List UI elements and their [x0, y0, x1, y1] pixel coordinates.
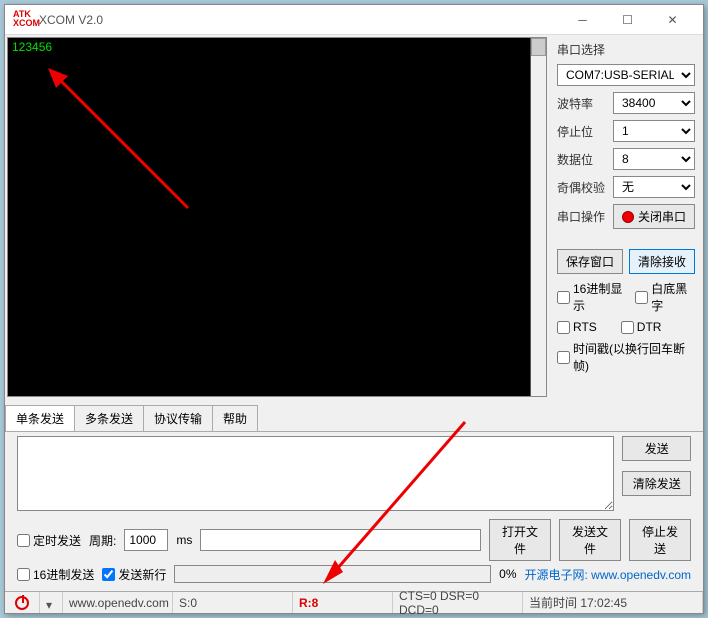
- port-select[interactable]: COM7:USB-SERIAL: [557, 64, 695, 86]
- dropdown-icon[interactable]: [40, 592, 63, 613]
- parity-label: 奇偶校验: [557, 179, 607, 196]
- baud-label: 波特率: [557, 95, 607, 112]
- send-tabs: 单条发送 多条发送 协议传输 帮助: [5, 405, 703, 432]
- baud-select[interactable]: 38400: [613, 92, 695, 114]
- progress-bar: [174, 565, 491, 583]
- record-icon: [622, 211, 634, 223]
- rts-checkbox[interactable]: RTS: [557, 320, 597, 334]
- status-url[interactable]: www.openedv.com: [63, 592, 173, 613]
- clear-receive-button[interactable]: 清除接收: [629, 249, 695, 274]
- period-label: 周期:: [89, 532, 116, 549]
- link-label: 开源电子网: www.openedv.com: [524, 566, 691, 583]
- port-select-label: 串口选择: [557, 41, 695, 58]
- data-label: 数据位: [557, 151, 607, 168]
- status-received: R:8: [293, 592, 393, 613]
- status-sent: S:0: [173, 592, 293, 613]
- annotation-arrow-icon: [38, 58, 238, 258]
- receive-terminal: 123456: [7, 37, 547, 397]
- send-newline-checkbox[interactable]: 发送新行: [102, 566, 166, 583]
- stop-select[interactable]: 1: [613, 120, 695, 142]
- terminal-output: 123456: [12, 40, 52, 54]
- power-icon[interactable]: [5, 592, 40, 613]
- file-path-input[interactable]: [200, 529, 481, 551]
- hex-display-checkbox[interactable]: 16进制显示: [557, 280, 629, 314]
- tab-single-send[interactable]: 单条发送: [5, 405, 75, 431]
- save-window-button[interactable]: 保存窗口: [557, 249, 623, 274]
- close-button[interactable]: ✕: [650, 6, 695, 34]
- status-bar: www.openedv.com S:0 R:8 CTS=0 DSR=0 DCD=…: [5, 591, 703, 613]
- op-label: 串口操作: [557, 208, 607, 225]
- app-logo-icon: ATKXCOM: [13, 10, 33, 30]
- progress-percent: 0%: [499, 567, 516, 581]
- ms-label: ms: [176, 533, 192, 547]
- send-file-button[interactable]: 发送文件: [559, 519, 621, 561]
- clear-send-button[interactable]: 清除发送: [622, 471, 691, 496]
- tab-protocol[interactable]: 协议传输: [143, 405, 213, 431]
- hex-send-checkbox[interactable]: 16进制发送: [17, 566, 94, 583]
- period-input[interactable]: [124, 529, 168, 551]
- settings-panel: 串口选择 COM7:USB-SERIAL 波特率38400 停止位1 数据位8 …: [551, 37, 701, 397]
- window-title: XCOM V2.0: [39, 13, 560, 27]
- status-time: 当前时间 17:02:45: [523, 592, 703, 613]
- titlebar: ATKXCOM XCOM V2.0 ─ ☐ ✕: [5, 5, 703, 35]
- timestamp-checkbox[interactable]: 时间戳(以换行回车断帧): [557, 340, 695, 374]
- minimize-button[interactable]: ─: [560, 6, 605, 34]
- stop-send-button[interactable]: 停止发送: [629, 519, 691, 561]
- parity-select[interactable]: 无: [613, 176, 695, 198]
- tab-help[interactable]: 帮助: [212, 405, 258, 431]
- timed-send-checkbox[interactable]: 定时发送: [17, 532, 81, 549]
- tab-multi-send[interactable]: 多条发送: [74, 405, 144, 431]
- close-port-button[interactable]: 关闭串口: [613, 204, 695, 229]
- dtr-checkbox[interactable]: DTR: [621, 320, 662, 334]
- stop-label: 停止位: [557, 123, 607, 140]
- white-black-checkbox[interactable]: 白底黑字: [635, 280, 695, 314]
- openedv-link[interactable]: www.openedv.com: [591, 568, 691, 582]
- send-button[interactable]: 发送: [622, 436, 691, 461]
- maximize-button[interactable]: ☐: [605, 6, 650, 34]
- data-select[interactable]: 8: [613, 148, 695, 170]
- scrollbar[interactable]: [530, 38, 546, 396]
- open-file-button[interactable]: 打开文件: [489, 519, 551, 561]
- send-input[interactable]: [17, 436, 614, 511]
- status-signals: CTS=0 DSR=0 DCD=0: [393, 592, 523, 613]
